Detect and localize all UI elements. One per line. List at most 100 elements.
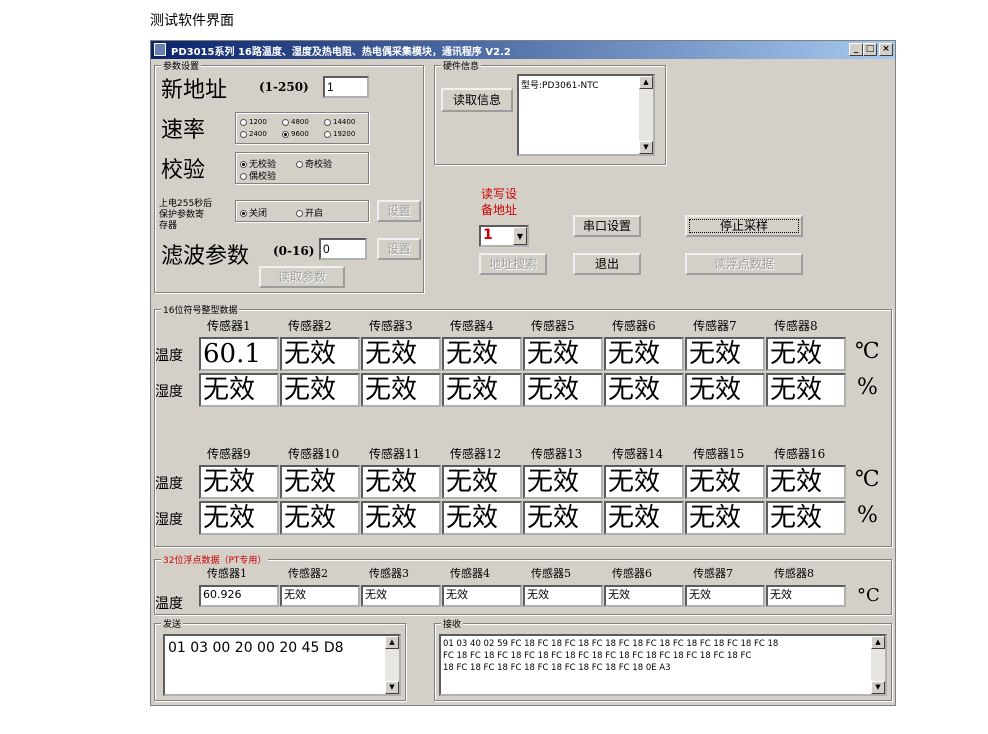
hardware-info-box[interactable]: 型号:PD3061-NTC ▲ ▼	[517, 74, 655, 156]
temp-row-label: 温度	[155, 348, 183, 364]
float-temp-value-cell[interactable]: 无效	[280, 585, 360, 607]
baud-option-1200[interactable]: 1200	[240, 118, 267, 126]
hum-value-cell[interactable]: 无效	[604, 373, 684, 407]
temp-row-label: 温度	[155, 476, 183, 492]
close-button[interactable]: ×	[879, 43, 893, 56]
scrollbar[interactable]: ▲ ▼	[639, 76, 653, 154]
set-protect-button[interactable]: 设置	[377, 200, 421, 222]
filter-input[interactable]	[319, 238, 367, 260]
temp-value-cell[interactable]: 60.1	[199, 337, 279, 371]
float-temp-value-cell[interactable]: 无效	[523, 585, 603, 607]
sensor-header: 传感器7	[693, 319, 737, 333]
float-sensor-header: 传感器4	[450, 567, 490, 580]
new-address-input[interactable]	[323, 76, 369, 98]
scroll-up-icon[interactable]: ▲	[871, 636, 885, 649]
hum-value-cell[interactable]: 无效	[766, 501, 846, 535]
parity-option-odd[interactable]: 奇校验	[296, 157, 332, 170]
temp-value-cell[interactable]: 无效	[685, 337, 765, 371]
baud-label: 速率	[161, 118, 206, 143]
temp-value-cell[interactable]: 无效	[604, 337, 684, 371]
hum-value-cell[interactable]: 无效	[685, 501, 765, 535]
hum-value-cell[interactable]: 无效	[442, 373, 522, 407]
hum-value-cell[interactable]: 无效	[199, 373, 279, 407]
minimize-button[interactable]: _	[849, 43, 863, 56]
hum-row-label: 湿度	[155, 512, 183, 528]
temp-value-cell[interactable]: 无效	[523, 465, 603, 499]
scrollbar[interactable]: ▲ ▼	[385, 636, 399, 694]
temp-value-cell[interactable]: 无效	[361, 337, 441, 371]
rw-address-label-1: 读写设	[481, 187, 518, 201]
float-temp-value-cell[interactable]: 60.926	[199, 585, 279, 607]
temp-value-cell[interactable]: 无效	[280, 337, 360, 371]
hum-value-cell[interactable]: 无效	[442, 501, 522, 535]
protect-option-on[interactable]: 开启	[296, 206, 323, 219]
temp-value-cell[interactable]: 无效	[199, 465, 279, 499]
hum-value-cell[interactable]: 无效	[604, 501, 684, 535]
temp-value-cell[interactable]: 无效	[766, 465, 846, 499]
chevron-down-icon[interactable]: ▼	[513, 227, 527, 245]
float-temp-value-cell[interactable]: 无效	[685, 585, 765, 607]
set-filter-button[interactable]: 设置	[377, 238, 421, 260]
protect-option-off[interactable]: 关闭	[240, 206, 267, 219]
parity-radio-group: 无校验 奇校验 偶校验	[235, 152, 369, 184]
temp-value-cell[interactable]: 无效	[280, 465, 360, 499]
read-info-button[interactable]: 读取信息	[441, 88, 513, 112]
maximize-button[interactable]: □	[863, 43, 877, 56]
scroll-up-icon[interactable]: ▲	[385, 636, 399, 649]
hum-value-cell[interactable]: 无效	[685, 373, 765, 407]
baud-option-label: 19200	[333, 130, 356, 138]
hum-value-cell[interactable]: 无效	[523, 373, 603, 407]
float-temp-value-cell[interactable]: 无效	[361, 585, 441, 607]
baud-option-4800[interactable]: 4800	[282, 118, 309, 126]
float-temp-value-cell[interactable]: 无效	[766, 585, 846, 607]
radio-icon	[296, 161, 303, 168]
float-sensor-header: 传感器7	[693, 567, 733, 580]
address-search-button[interactable]: 地址搜索	[479, 253, 547, 275]
temp-value-cell[interactable]: 无效	[523, 337, 603, 371]
receive-textbox[interactable]: 01 03 40 02 59 FC 18 FC 18 FC 18 FC 18 F…	[439, 634, 887, 696]
float-temp-value-cell[interactable]: 无效	[442, 585, 522, 607]
stop-sampling-button[interactable]: 停止采样	[685, 215, 803, 237]
baud-option-2400[interactable]: 2400	[240, 130, 267, 138]
read-params-button[interactable]: 读取参数	[259, 266, 345, 288]
hum-value-cell[interactable]: 无效	[361, 373, 441, 407]
temp-value-cell[interactable]: 无效	[685, 465, 765, 499]
read-float-button[interactable]: 读浮点数据	[685, 253, 803, 275]
sensor-header: 传感器11	[369, 447, 421, 461]
radio-selected-icon	[282, 130, 289, 138]
receive-text-line3: 18 FC 18 FC 18 FC 18 FC 18 FC 18 FC 18 F…	[443, 663, 671, 673]
temp-value-cell[interactable]: 无效	[361, 465, 441, 499]
temp-value-cell[interactable]: 无效	[766, 337, 846, 371]
device-address-select[interactable]: 1 ▼	[479, 225, 529, 247]
receive-group-label: 接收	[441, 617, 464, 630]
radio-icon	[296, 210, 303, 217]
hum-value-cell[interactable]: 无效	[523, 501, 603, 535]
scroll-up-icon[interactable]: ▲	[639, 76, 653, 89]
scroll-down-icon[interactable]: ▼	[385, 681, 399, 694]
title-bar[interactable]: PD3015系列 16路温度、湿度及热电阻、热电偶采集模块，通讯程序 V2.2 …	[151, 41, 895, 59]
hum-value-cell[interactable]: 无效	[199, 501, 279, 535]
serial-settings-button[interactable]: 串口设置	[573, 215, 641, 237]
float-sensor-header: 传感器3	[369, 567, 409, 580]
temp-value-cell[interactable]: 无效	[442, 337, 522, 371]
scroll-down-icon[interactable]: ▼	[639, 141, 653, 154]
baud-option-14400[interactable]: 14400	[324, 118, 355, 126]
radio-icon	[240, 130, 247, 138]
scroll-down-icon[interactable]: ▼	[871, 681, 885, 694]
temp-value-cell[interactable]: 无效	[442, 465, 522, 499]
baud-option-19200[interactable]: 19200	[324, 130, 355, 138]
float-temp-unit: °C	[857, 585, 880, 606]
hum-value-cell[interactable]: 无效	[766, 373, 846, 407]
baud-option-9600[interactable]: 9600	[282, 130, 309, 138]
hum-value-cell[interactable]: 无效	[361, 501, 441, 535]
temp-value-cell[interactable]: 无效	[604, 465, 684, 499]
scrollbar[interactable]: ▲ ▼	[871, 636, 885, 694]
exit-button[interactable]: 退出	[573, 253, 641, 275]
float-temp-value-cell[interactable]: 无效	[604, 585, 684, 607]
hum-value-cell[interactable]: 无效	[280, 501, 360, 535]
parity-option-even[interactable]: 偶校验	[240, 169, 276, 182]
send-textbox[interactable]: 01 03 00 20 00 20 45 D8 ▲ ▼	[163, 634, 401, 696]
app-icon	[154, 43, 166, 56]
radio-icon	[282, 118, 289, 126]
hum-value-cell[interactable]: 无效	[280, 373, 360, 407]
